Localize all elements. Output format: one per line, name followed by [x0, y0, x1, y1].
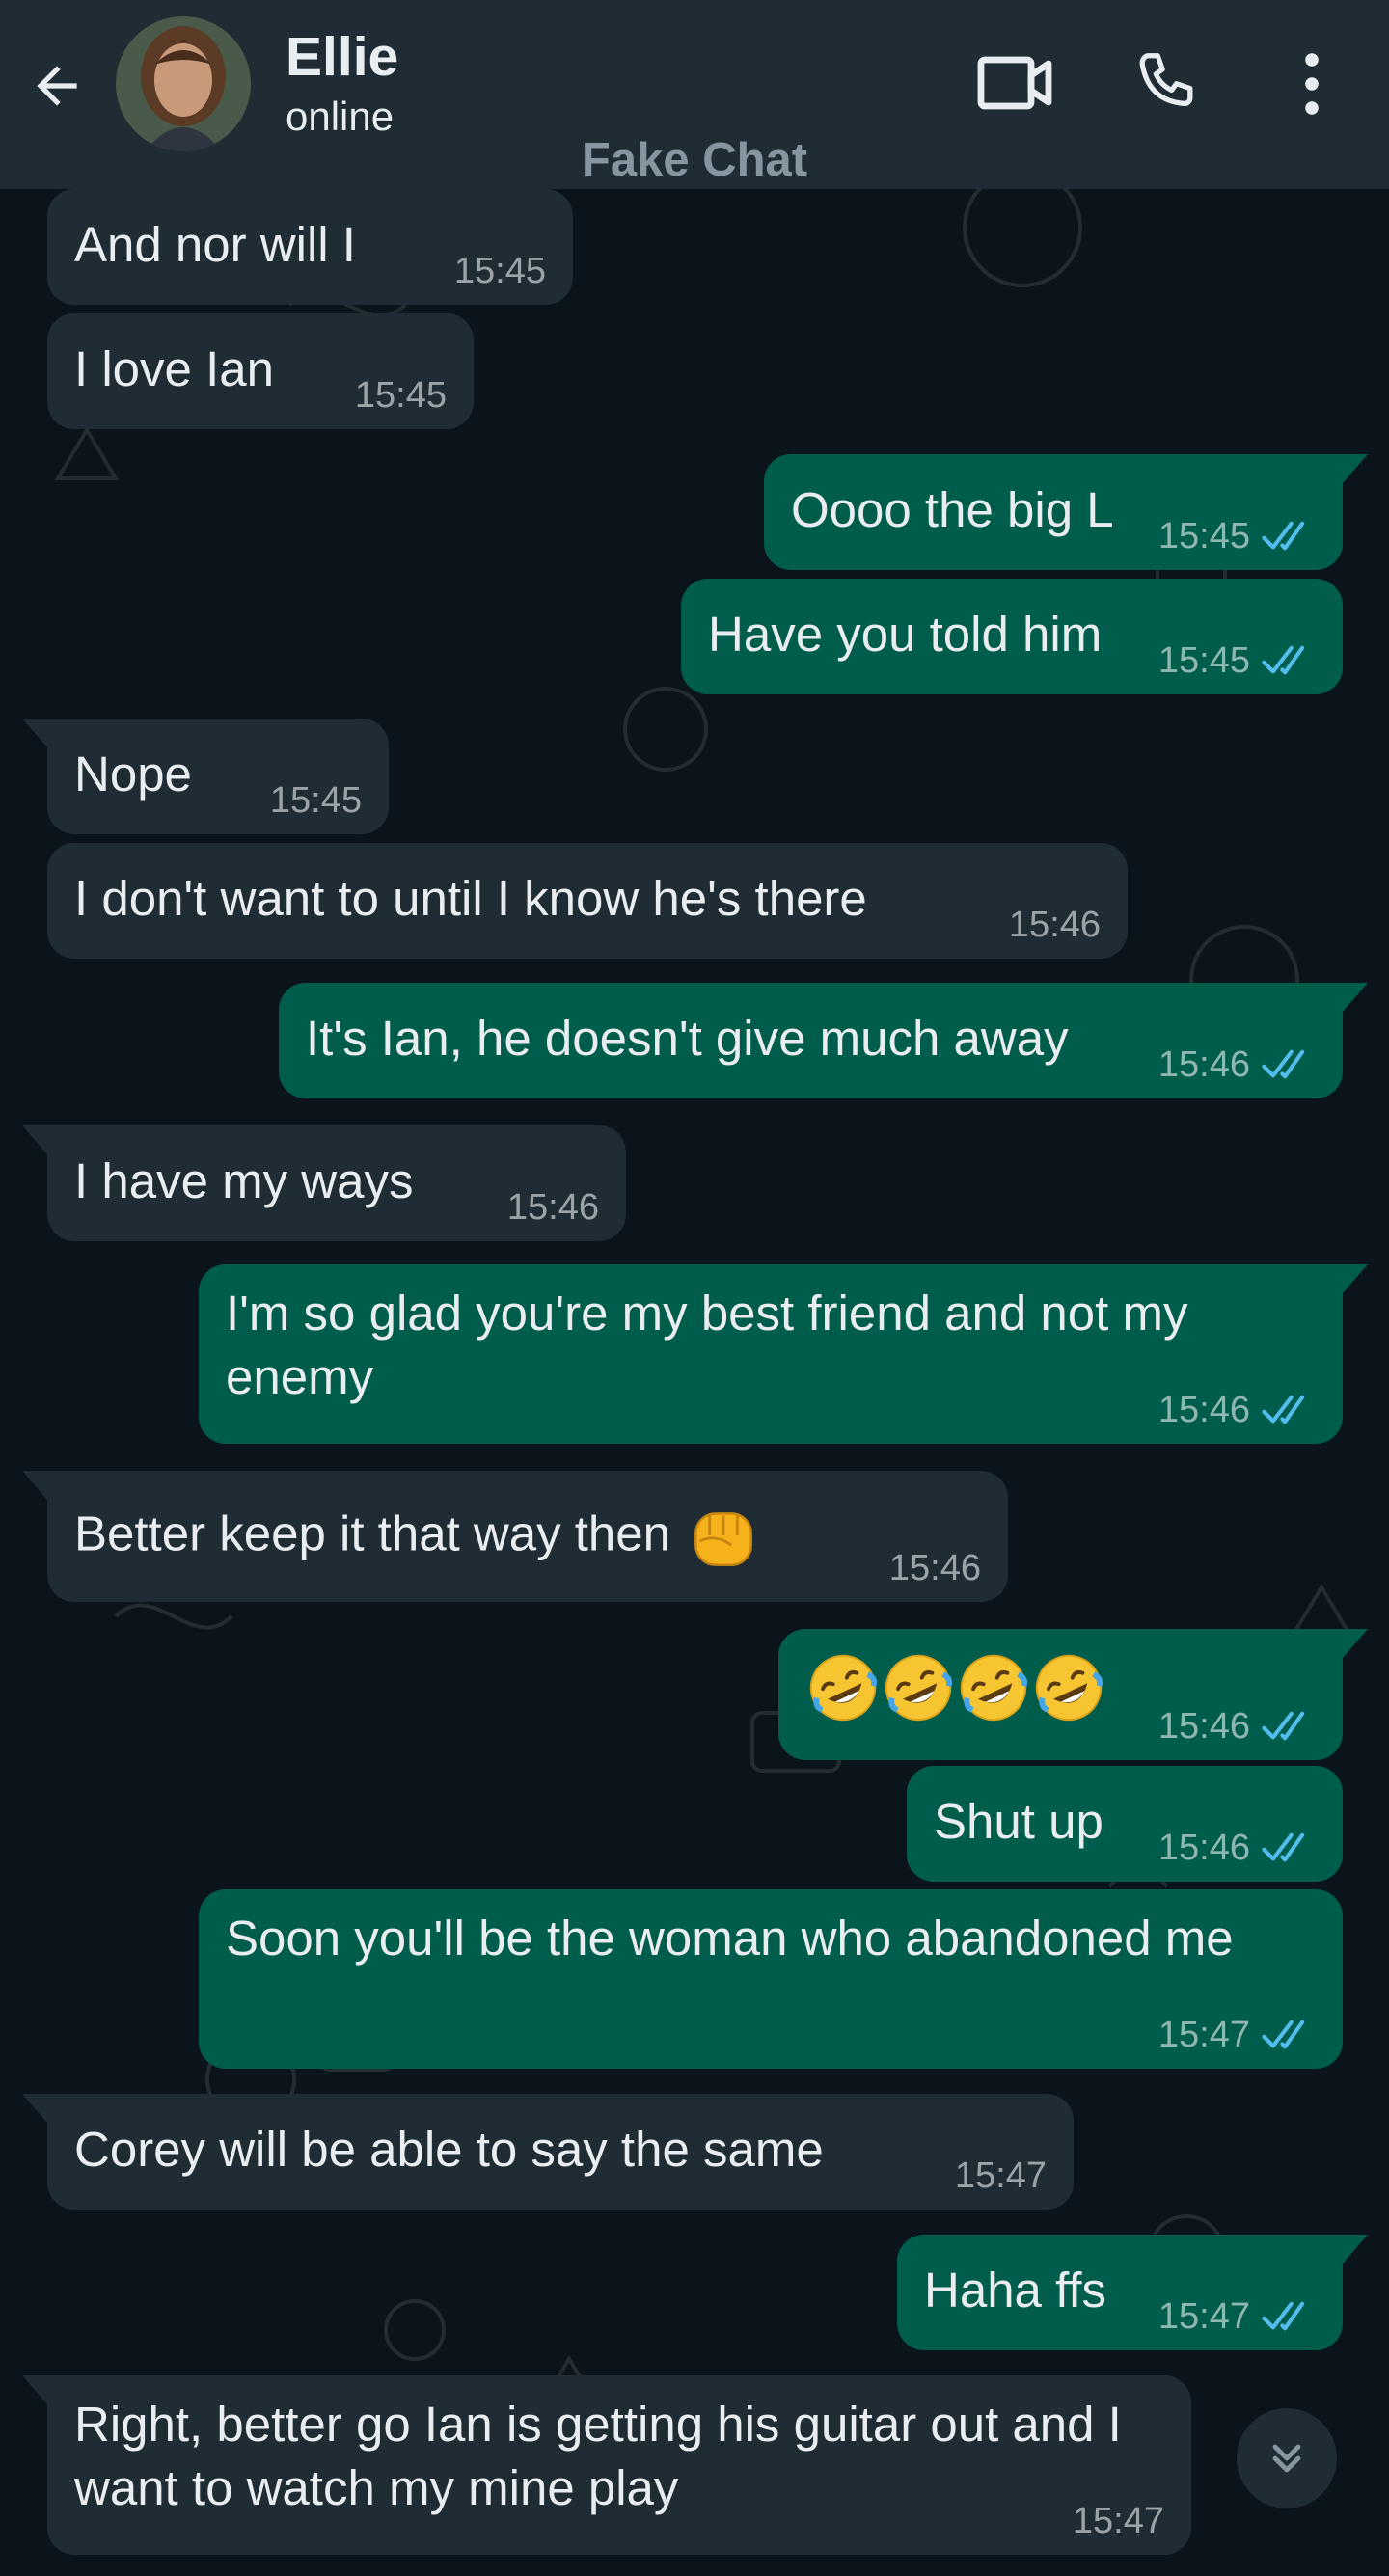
- rolling-on-floor-laughing-emoji: [1035, 1654, 1103, 1722]
- incoming-message-bubble[interactable]: Nope 15:45: [22, 719, 389, 834]
- message-meta: 15:46: [507, 1185, 599, 1230]
- double-chevron-down-icon: [1272, 2444, 1301, 2473]
- incoming-message-bubble[interactable]: I love Ian 15:45: [47, 313, 474, 429]
- read-receipt-ticks-icon: [1262, 2020, 1305, 2049]
- message-list[interactable]: And nor will I 15:45 I love Ian 15:45 Oooo t…: [0, 189, 1389, 2576]
- outgoing-message-bubble[interactable]: Soon you'll be the woman who abandoned m…: [199, 1889, 1343, 2069]
- message-timestamp: 15:45: [453, 251, 546, 291]
- incoming-message-bubble[interactable]: And nor will I 15:45: [47, 189, 573, 305]
- oncoming-fist-emoji: [694, 1512, 753, 1566]
- message-timestamp: 15:46: [1008, 905, 1101, 945]
- outgoing-message-bubble[interactable]: Haha ffs 15:47: [897, 2235, 1368, 2350]
- message-timestamp: 15:47: [1158, 2015, 1250, 2055]
- contact-name[interactable]: Ellie: [286, 25, 398, 89]
- rolling-on-floor-laughing-emoji: [809, 1654, 878, 1722]
- message-timestamp: 15:46: [1158, 1706, 1250, 1747]
- phone-icon[interactable]: [1129, 48, 1200, 120]
- message-meta: 15:45: [1158, 514, 1316, 558]
- message-text: I don't want to until I know he's there: [74, 871, 867, 926]
- message-timestamp: 15:47: [1158, 2296, 1250, 2337]
- read-receipt-ticks-icon: [1262, 2301, 1305, 2331]
- outgoing-message-bubble[interactable]: I'm so glad you're my best friend and no…: [199, 1264, 1368, 1444]
- message-meta: 15:47: [1073, 2499, 1164, 2543]
- read-receipt-ticks-icon: [1262, 521, 1305, 551]
- message-meta: 15:45: [270, 778, 362, 823]
- read-receipt-ticks-icon: [1262, 1395, 1305, 1424]
- message-meta: 15:45: [1158, 638, 1316, 683]
- read-receipt-ticks-icon: [1262, 1832, 1305, 1862]
- incoming-message-bubble[interactable]: I have my ways 15:46: [22, 1125, 626, 1241]
- message-text: Corey will be able to say the same: [74, 2122, 824, 2177]
- message-meta: 15:45: [355, 373, 447, 418]
- outgoing-message-bubble[interactable]: Oooo the big L 15:45: [764, 454, 1368, 570]
- read-receipt-ticks-icon: [1262, 645, 1305, 675]
- outgoing-message-bubble[interactable]: 15:46: [778, 1629, 1368, 1760]
- message-timestamp: 15:46: [1158, 1390, 1250, 1430]
- video-call-icon[interactable]: [977, 50, 1054, 116]
- message-timestamp: 15:46: [1158, 1044, 1250, 1085]
- message-meta: 15:46: [889, 1546, 981, 1590]
- message-text: Better keep it that way then: [74, 1471, 981, 1577]
- back-arrow-icon[interactable]: [27, 56, 87, 116]
- message-meta: 15:46: [1158, 1388, 1316, 1432]
- watermark-text: Fake Chat: [581, 134, 808, 186]
- message-timestamp: 15:46: [1158, 1828, 1250, 1868]
- incoming-message-bubble[interactable]: I don't want to until I know he's there 1…: [47, 843, 1128, 959]
- read-receipt-ticks-icon: [1262, 1711, 1305, 1741]
- incoming-message-bubble[interactable]: Right, better go Ian is getting his guit…: [22, 2375, 1191, 2555]
- message-meta: 15:47: [1158, 2013, 1316, 2057]
- message-timestamp: 15:45: [354, 375, 447, 416]
- incoming-message-bubble[interactable]: Corey will be able to say the same 15:47: [22, 2094, 1074, 2210]
- outgoing-message-bubble[interactable]: Shut up 15:46: [907, 1766, 1343, 1882]
- message-meta: 15:46: [1158, 1043, 1316, 1087]
- rolling-on-floor-laughing-emoji: [960, 1654, 1028, 1722]
- message-meta: 15:45: [454, 249, 546, 293]
- more-options-icon[interactable]: [1293, 50, 1331, 118]
- message-meta: 15:46: [1158, 1704, 1316, 1749]
- message-meta: 15:47: [1158, 2294, 1316, 2339]
- message-meta: 15:46: [1158, 1826, 1316, 1870]
- message-timestamp: 15:47: [1072, 2501, 1164, 2541]
- incoming-message-bubble[interactable]: Better keep it that way then 15:46: [22, 1471, 1008, 1602]
- scroll-to-bottom-button[interactable]: [1237, 2408, 1337, 2508]
- message-text: I'm so glad you're my best friend and no…: [226, 1286, 1188, 1404]
- message-timestamp: 15:46: [506, 1187, 599, 1228]
- message-timestamp: 15:46: [888, 1548, 981, 1588]
- message-text: Right, better go Ian is getting his guit…: [74, 2397, 1122, 2515]
- message-meta: 15:46: [1009, 903, 1101, 947]
- message-timestamp: 15:45: [1158, 516, 1250, 556]
- outgoing-message-bubble[interactable]: It's Ian, he doesn't give much away 15:46: [279, 983, 1368, 1098]
- message-timestamp: 15:47: [954, 2156, 1047, 2196]
- message-meta: 15:47: [955, 2154, 1047, 2198]
- rolling-on-floor-laughing-emoji: [885, 1654, 953, 1722]
- outgoing-message-bubble[interactable]: Have you told him 15:45: [681, 579, 1343, 694]
- message-timestamp: 15:45: [1158, 640, 1250, 681]
- message-text: Soon you'll be the woman who abandoned m…: [226, 1911, 1234, 1966]
- read-receipt-ticks-icon: [1262, 1049, 1305, 1079]
- message-timestamp: 15:45: [269, 780, 362, 821]
